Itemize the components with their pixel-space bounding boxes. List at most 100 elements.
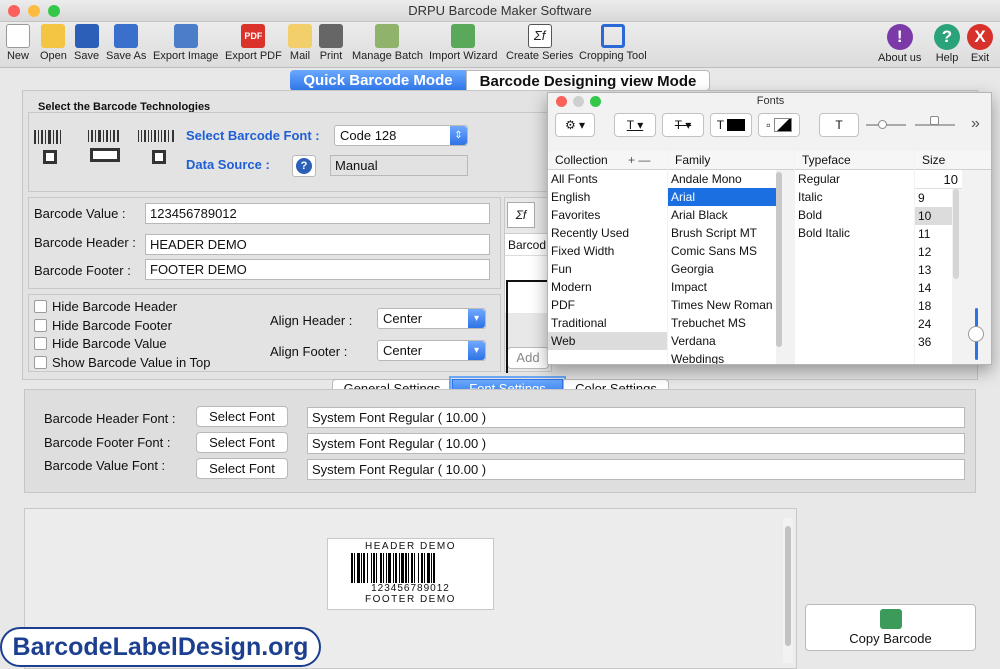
close-window-icon[interactable] [8, 5, 20, 17]
family-scrollbar[interactable] [776, 172, 784, 362]
create-series-button[interactable]: Σf Create Series [506, 24, 573, 62]
typeface-item[interactable]: Italic [795, 188, 914, 206]
help-button[interactable]: ? Help [934, 24, 960, 64]
barcode-value-input[interactable]: 123456789012 [145, 203, 490, 224]
more-options-icon[interactable]: » [971, 115, 980, 133]
save-as-button[interactable]: Save As [106, 24, 146, 62]
copy-barcode-button[interactable]: Copy Barcode [805, 604, 976, 651]
gear-icon: ⚙ ▾ [564, 118, 586, 132]
align-footer-label: Align Footer : [270, 344, 348, 359]
cropping-tool-button[interactable]: Cropping Tool [579, 24, 647, 62]
folder-icon [41, 24, 66, 48]
shadow-opacity-slider[interactable] [866, 120, 906, 129]
data-source-field[interactable]: Manual [330, 155, 468, 176]
size-item[interactable]: 24 [915, 315, 952, 333]
family-item[interactable]: Impact [668, 278, 776, 296]
size-slider[interactable] [968, 308, 984, 360]
new-file-icon [6, 24, 30, 48]
size-item[interactable]: 13 [915, 261, 952, 279]
family-item[interactable]: Trebuchet MS [668, 314, 776, 332]
mail-button[interactable]: Mail [288, 24, 312, 62]
typeface-item[interactable]: Bold Italic [795, 224, 914, 242]
value-select-font-button[interactable]: Select Font [196, 458, 288, 479]
collection-item[interactable]: English [548, 188, 667, 206]
barcode-value-label: Barcode Value : [34, 206, 126, 221]
collection-item[interactable]: Fixed Width [548, 242, 667, 260]
size-item[interactable]: 14 [915, 279, 952, 297]
barcode-type-1-icon[interactable] [34, 130, 64, 166]
hide-value-checkbox[interactable]: Hide Barcode Value [34, 336, 167, 351]
typeface-item[interactable]: Regular [795, 170, 914, 188]
help-icon: ? [296, 158, 312, 174]
family-item[interactable]: Arial Black [668, 206, 776, 224]
family-item[interactable]: Comic Sans MS [668, 242, 776, 260]
size-item[interactable]: 10 [915, 207, 952, 225]
barcode-header-input[interactable]: HEADER DEMO [145, 234, 490, 255]
family-item[interactable]: Andale Mono [668, 170, 776, 188]
manage-batch-button[interactable]: Manage Batch [352, 24, 423, 62]
family-item[interactable]: Georgia [668, 260, 776, 278]
size-scrollbar[interactable] [953, 189, 961, 285]
family-item[interactable]: Arial [668, 188, 776, 206]
collection-item[interactable]: PDF [548, 296, 667, 314]
typeface-item[interactable]: Bold [795, 206, 914, 224]
underline-button[interactable]: T ▾ [614, 113, 656, 137]
size-item[interactable]: 12 [915, 243, 952, 261]
print-button[interactable]: Print [319, 24, 343, 62]
barcode-footer-input[interactable]: FOOTER DEMO [145, 259, 490, 280]
preview-scrollbar[interactable] [783, 518, 793, 663]
action-gear-button[interactable]: ⚙ ▾ [555, 113, 595, 137]
export-pdf-button[interactable]: PDF Export PDF [225, 24, 282, 62]
collection-item[interactable]: Modern [548, 278, 667, 296]
export-image-button[interactable]: Export Image [153, 24, 218, 62]
collection-item[interactable]: All Fonts [548, 170, 667, 188]
family-item[interactable]: Webdings [668, 350, 776, 364]
sigma-icon[interactable]: Σf [507, 202, 535, 228]
text-shadow-button[interactable]: T [819, 113, 859, 137]
size-item[interactable]: 9 [915, 189, 952, 207]
designing-mode-button[interactable]: Barcode Designing view Mode [466, 70, 710, 91]
hide-footer-checkbox[interactable]: Hide Barcode Footer [34, 318, 172, 333]
shadow-blur-slider[interactable] [915, 116, 955, 126]
document-color-button[interactable]: ▫ [758, 113, 800, 137]
size-item[interactable]: 11 [915, 225, 952, 243]
barcode-type-2-icon[interactable] [88, 130, 122, 166]
size-input[interactable]: 10 [915, 170, 962, 189]
show-value-top-checkbox[interactable]: Show Barcode Value in Top [34, 355, 211, 370]
align-header-select[interactable]: Center ▾ [377, 308, 486, 329]
checkbox-icon [34, 300, 47, 313]
add-remove-collection-icon[interactable]: + — [628, 151, 650, 170]
exit-button[interactable]: X Exit [967, 24, 993, 64]
strikethrough-button[interactable]: T ▾ [662, 113, 704, 137]
family-item[interactable]: Times New Roman [668, 296, 776, 314]
size-item[interactable]: 36 [915, 333, 952, 351]
minimize-window-icon[interactable] [28, 5, 40, 17]
collection-item[interactable]: Favorites [548, 206, 667, 224]
floppy-stack-icon [114, 24, 139, 48]
info-icon: ! [886, 24, 913, 50]
collection-item[interactable]: Web [548, 332, 667, 350]
align-footer-select[interactable]: Center ▾ [377, 340, 486, 361]
barcode-type-3-icon[interactable] [138, 130, 178, 166]
barcode-font-select[interactable]: Code 128 ⇕ [334, 125, 468, 146]
collection-item[interactable]: Fun [548, 260, 667, 278]
text-color-button[interactable]: T [710, 113, 752, 137]
collection-item[interactable]: Recently Used [548, 224, 667, 242]
open-button[interactable]: Open [40, 24, 67, 62]
hide-header-checkbox[interactable]: Hide Barcode Header [34, 299, 177, 314]
family-item[interactable]: Brush Script MT [668, 224, 776, 242]
size-item[interactable]: 18 [915, 297, 952, 315]
import-wizard-button[interactable]: Import Wizard [429, 24, 497, 62]
quick-mode-button[interactable]: Quick Barcode Mode [290, 70, 466, 91]
typeface-header: Typeface [795, 151, 914, 170]
new-button[interactable]: New [6, 24, 30, 62]
zoom-window-icon[interactable] [48, 5, 60, 17]
footer-select-font-button[interactable]: Select Font [196, 432, 288, 453]
header-select-font-button[interactable]: Select Font [196, 406, 288, 427]
family-item[interactable]: Verdana [668, 332, 776, 350]
collection-item[interactable]: Traditional [548, 314, 667, 332]
data-source-help-button[interactable]: ? [292, 155, 316, 177]
save-button[interactable]: Save [74, 24, 99, 62]
about-button[interactable]: ! About us [878, 24, 921, 64]
color-swatch-icon [773, 118, 792, 132]
